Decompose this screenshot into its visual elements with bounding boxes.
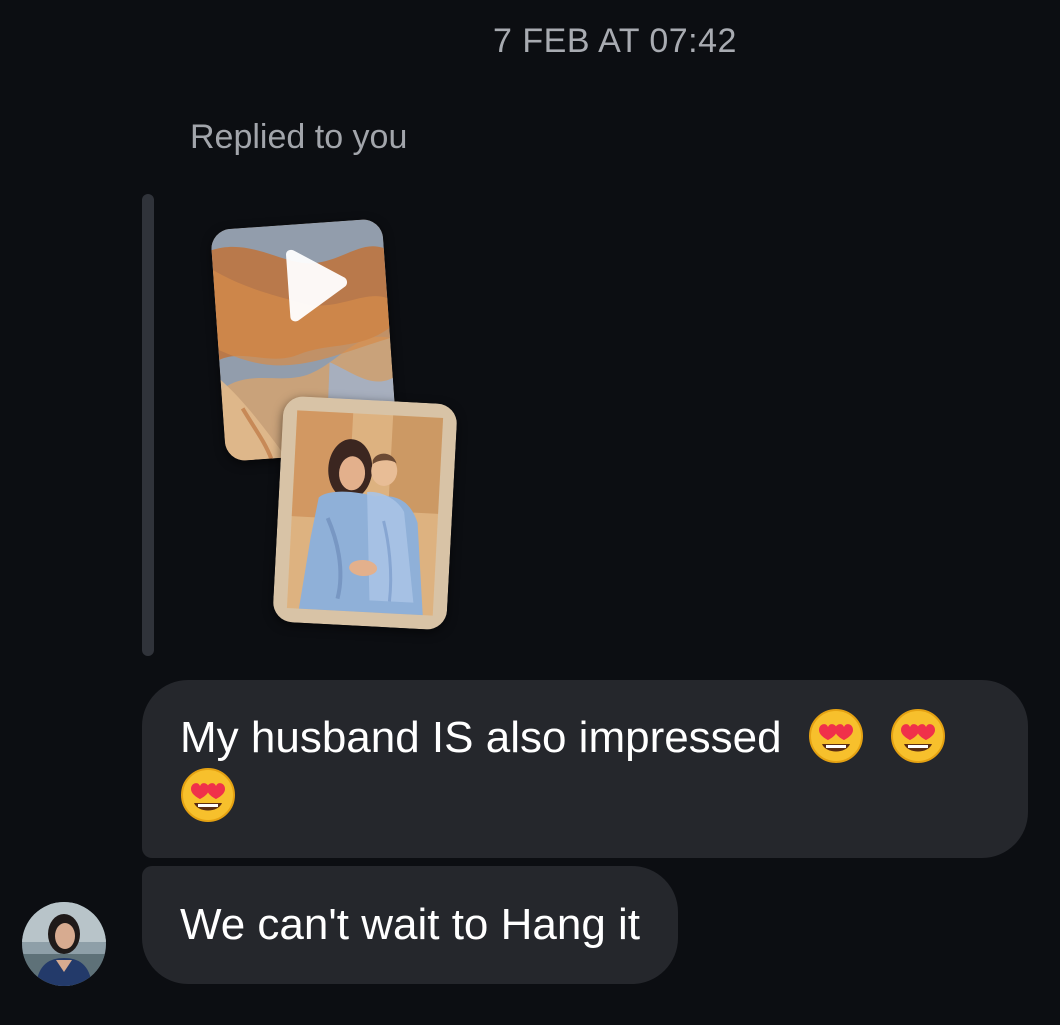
play-icon[interactable]: [278, 245, 353, 324]
reply-quote-bar: [142, 194, 154, 656]
watercolor-portrait-thumbnail-icon: [272, 395, 458, 631]
sender-avatar[interactable]: [22, 902, 106, 986]
message-timestamp: 7 FEB AT 07:42: [493, 22, 737, 60]
heart-eyes-emoji-icon: [891, 709, 946, 763]
reply-label: Replied to you: [190, 118, 408, 156]
replied-image-thumbnail[interactable]: [272, 395, 458, 631]
message-text: We can't wait to Hang it: [180, 900, 641, 949]
message-bubble[interactable]: My husband IS also impressed: [142, 680, 1028, 858]
heart-eyes-emoji-icon: [181, 768, 235, 822]
message-bubble[interactable]: We can't wait to Hang it: [142, 866, 679, 984]
message-text: My husband IS also impressed: [180, 713, 782, 762]
user-avatar-icon: [22, 902, 106, 986]
heart-eyes-emoji-icon: [808, 709, 863, 763]
